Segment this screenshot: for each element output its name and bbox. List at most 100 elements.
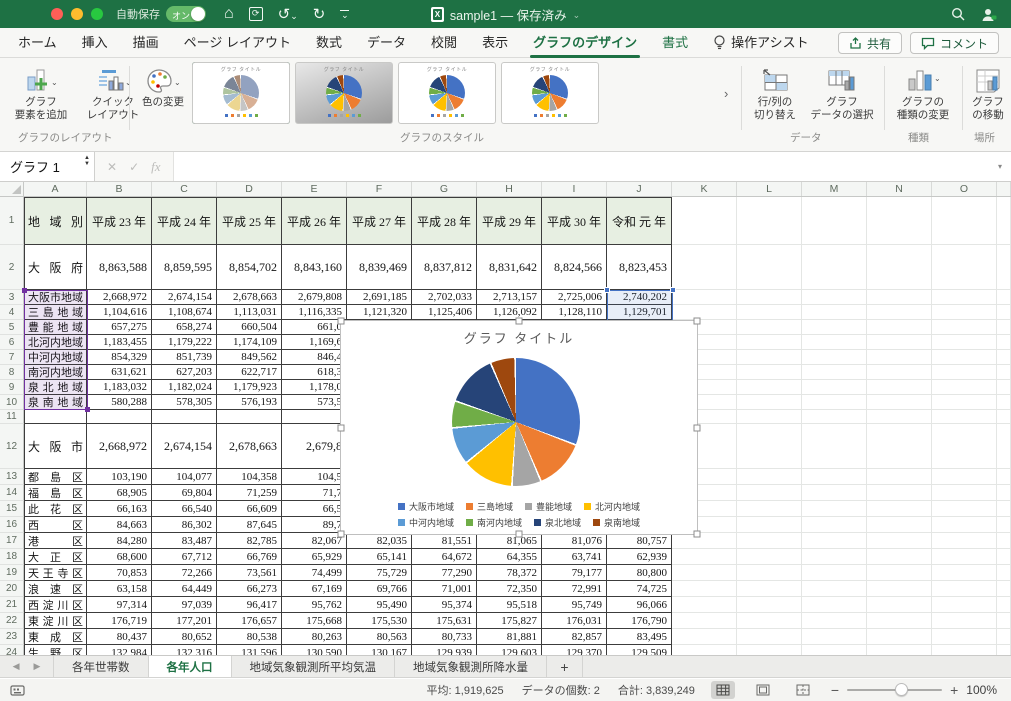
cell-P19[interactable] — [997, 565, 1011, 581]
cell-L19[interactable] — [737, 565, 802, 581]
sheet-tab-各年人口[interactable]: 各年人口 — [148, 656, 232, 677]
cell-M18[interactable] — [802, 549, 867, 565]
row-header-6[interactable]: 6 — [0, 335, 24, 350]
share-button[interactable]: 共有 — [837, 32, 902, 54]
col-header-E[interactable]: E — [282, 182, 347, 196]
cell-B6[interactable]: 1,183,455 — [87, 335, 152, 350]
zoom-slider[interactable] — [847, 683, 943, 696]
cell-N5[interactable] — [867, 320, 932, 335]
cell-E9[interactable]: 1,178,0 — [282, 380, 347, 395]
row-header-19[interactable]: 19 — [0, 565, 24, 581]
cell-E22[interactable]: 175,668 — [282, 613, 347, 629]
cell-L17[interactable] — [737, 533, 802, 549]
cell-M13[interactable] — [802, 469, 867, 485]
cell-C2[interactable]: 8,859,595 — [152, 245, 217, 290]
row-header-3[interactable]: 3 — [0, 290, 24, 305]
cell-D24[interactable]: 131,596 — [217, 645, 282, 655]
cell-O9[interactable] — [932, 380, 997, 395]
zoom-in-icon[interactable]: + — [950, 682, 958, 698]
cell-J2[interactable]: 8,823,453 — [607, 245, 672, 290]
cell-E10[interactable]: 573,5 — [282, 395, 347, 410]
gallery-more-button[interactable]: › — [724, 86, 728, 101]
cell-G17[interactable]: 81,551 — [412, 533, 477, 549]
ribbon-tab-ページ レイアウト[interactable]: ページ レイアウト — [184, 28, 291, 58]
row-header-5[interactable]: 5 — [0, 320, 24, 335]
cell-D12[interactable]: 2,678,663 — [217, 424, 282, 469]
cell-E3[interactable]: 2,679,808 — [282, 290, 347, 305]
cell-K17[interactable] — [672, 533, 737, 549]
cell-F19[interactable]: 75,729 — [347, 565, 412, 581]
cell-N2[interactable] — [867, 245, 932, 290]
cell-M4[interactable] — [802, 305, 867, 320]
undo-button[interactable]: ↺⌄ — [278, 5, 298, 23]
cell-C15[interactable]: 66,540 — [152, 501, 217, 517]
cell-I22[interactable]: 176,031 — [542, 613, 607, 629]
cell-G21[interactable]: 95,374 — [412, 597, 477, 613]
ribbon-tab-描画[interactable]: 描画 — [133, 28, 159, 58]
cell-J1[interactable]: 令和 元 年 — [607, 197, 672, 245]
cell-E18[interactable]: 65,929 — [282, 549, 347, 565]
cell-B23[interactable]: 80,437 — [87, 629, 152, 645]
col-header-D[interactable]: D — [217, 182, 282, 196]
cell-M23[interactable] — [802, 629, 867, 645]
cell-G4[interactable]: 1,125,406 — [412, 305, 477, 320]
account-icon[interactable] — [981, 7, 997, 22]
cell-O8[interactable] — [932, 365, 997, 380]
cell-D1[interactable]: 平成 25 年 — [217, 197, 282, 245]
cell-E11[interactable] — [282, 410, 347, 424]
cell-A7[interactable]: 中河内地域 — [24, 350, 87, 365]
insert-function-icon[interactable]: fx — [151, 159, 160, 175]
cell-H22[interactable]: 175,827 — [477, 613, 542, 629]
cell-O19[interactable] — [932, 565, 997, 581]
cell-P17[interactable] — [997, 533, 1011, 549]
enter-icon[interactable]: ✓ — [129, 160, 139, 174]
cell-N12[interactable] — [867, 424, 932, 469]
cell-F22[interactable]: 175,530 — [347, 613, 412, 629]
cell-C8[interactable]: 627,203 — [152, 365, 217, 380]
cell-K21[interactable] — [672, 597, 737, 613]
col-header-J[interactable]: J — [607, 182, 672, 196]
cell-N13[interactable] — [867, 469, 932, 485]
cell-P18[interactable] — [997, 549, 1011, 565]
cell-M20[interactable] — [802, 581, 867, 597]
cell-F18[interactable]: 65,141 — [347, 549, 412, 565]
cell-N10[interactable] — [867, 395, 932, 410]
chart-legend[interactable]: 大阪市地域 三島地域 豊能地域 北河内地域 中河内地域 南河内地域 泉北地域 泉南地域 — [341, 500, 697, 529]
cell-F24[interactable]: 130,167 — [347, 645, 412, 655]
cell-I18[interactable]: 63,741 — [542, 549, 607, 565]
cell-P12[interactable] — [997, 424, 1011, 469]
sheet-tab-地域気象観測所降水量[interactable]: 地域気象観測所降水量 — [395, 656, 547, 677]
cell-A12[interactable]: 大阪市 — [24, 424, 87, 469]
cell-C6[interactable]: 1,179,222 — [152, 335, 217, 350]
cell-P13[interactable] — [997, 469, 1011, 485]
undo-chevron-icon[interactable]: ⌄ — [290, 11, 298, 21]
ribbon-tab-ホーム[interactable]: ホーム — [18, 28, 57, 58]
add-sheet-button[interactable]: + — [547, 656, 583, 677]
save-sync-icon[interactable]: ⟳ — [248, 7, 263, 21]
change-chart-type-button[interactable]: ⌄ グラフの 種類の変更 — [890, 66, 956, 121]
cell-K22[interactable] — [672, 613, 737, 629]
cell-A5[interactable]: 豊能地域 — [24, 320, 87, 335]
cell-A23[interactable]: 東成区 — [24, 629, 87, 645]
cell-C3[interactable]: 2,674,154 — [152, 290, 217, 305]
cell-F20[interactable]: 69,766 — [347, 581, 412, 597]
cell-C19[interactable]: 72,266 — [152, 565, 217, 581]
redo-button[interactable]: ↻ — [313, 5, 326, 23]
row-header-22[interactable]: 22 — [0, 613, 24, 629]
cell-A17[interactable]: 港区 — [24, 533, 87, 549]
chart-style-thumbnail-4[interactable]: グラフ タイトル — [398, 62, 496, 124]
cell-E21[interactable]: 95,762 — [282, 597, 347, 613]
col-header-G[interactable]: G — [412, 182, 477, 196]
cell-M22[interactable] — [802, 613, 867, 629]
row-header-21[interactable]: 21 — [0, 597, 24, 613]
cell-D2[interactable]: 8,854,702 — [217, 245, 282, 290]
page-break-view-button[interactable] — [791, 681, 815, 699]
cell-M19[interactable] — [802, 565, 867, 581]
cell-O15[interactable] — [932, 501, 997, 517]
cell-D6[interactable]: 1,174,109 — [217, 335, 282, 350]
cell-A13[interactable]: 都島区 — [24, 469, 87, 485]
row-header-16[interactable]: 16 — [0, 517, 24, 533]
cell-C7[interactable]: 851,739 — [152, 350, 217, 365]
cell-B20[interactable]: 63,158 — [87, 581, 152, 597]
cell-P4[interactable] — [997, 305, 1011, 320]
